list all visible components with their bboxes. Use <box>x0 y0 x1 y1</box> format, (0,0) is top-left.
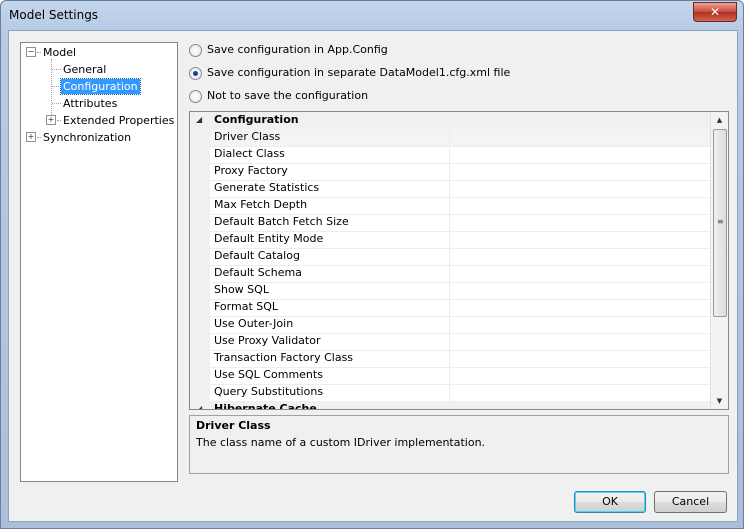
property-row[interactable]: Default Batch Fetch Size <box>210 214 710 232</box>
expand-synchronization-icon[interactable]: + <box>26 132 36 142</box>
property-row[interactable]: Dialect Class <box>210 146 710 164</box>
property-row[interactable]: Show SQL <box>210 282 710 300</box>
radio-app-config[interactable] <box>189 44 202 57</box>
tree-node-model[interactable]: Model <box>43 45 76 60</box>
property-name: Format SQL <box>214 300 279 313</box>
collapse-model-icon[interactable]: − <box>26 47 36 57</box>
grid-gutter <box>190 112 210 409</box>
option-separate-file-label: Save configuration in separate DataModel… <box>207 66 511 79</box>
collapse-arrow-icon[interactable]: ◢ <box>196 115 202 124</box>
category-label: Hibernate Cache <box>214 402 317 410</box>
property-row[interactable]: Default Schema <box>210 265 710 283</box>
property-value-cell[interactable] <box>449 384 711 401</box>
property-value-cell[interactable] <box>449 299 711 316</box>
cancel-button[interactable]: Cancel <box>654 491 727 513</box>
title-bar[interactable]: Model Settings ✕ <box>1 1 743 29</box>
close-button[interactable]: ✕ <box>693 2 737 22</box>
description-title: Driver Class <box>196 419 271 432</box>
property-row[interactable]: Transaction Factory Class <box>210 350 710 368</box>
tree-connector <box>37 52 41 53</box>
property-name: Generate Statistics <box>214 181 320 194</box>
description-text: The class name of a custom IDriver imple… <box>196 436 486 449</box>
property-name: Transaction Factory Class <box>214 351 354 364</box>
property-row[interactable]: Format SQL <box>210 299 710 317</box>
tree-connector <box>52 69 61 70</box>
ok-button[interactable]: OK <box>574 491 646 513</box>
property-row[interactable]: Use SQL Comments <box>210 367 710 385</box>
property-name: Query Substitutions <box>214 385 324 398</box>
model-settings-window: Model Settings ✕ − Model General Configu… <box>0 0 744 529</box>
tree-node-general[interactable]: General <box>63 62 106 77</box>
property-value-cell[interactable] <box>449 265 711 282</box>
property-name: Show SQL <box>214 283 269 296</box>
category-configuration[interactable]: ◢ Configuration <box>190 112 710 129</box>
expand-extended-properties-icon[interactable]: + <box>46 115 56 125</box>
radio-not-save[interactable] <box>189 90 202 103</box>
scroll-up-icon[interactable]: ▲ <box>711 112 728 128</box>
property-name: Max Fetch Depth <box>214 198 308 211</box>
collapse-arrow-icon[interactable]: ◢ <box>196 404 202 409</box>
property-row[interactable]: Default Entity Mode <box>210 231 710 249</box>
property-row[interactable]: Default Catalog <box>210 248 710 266</box>
tree-node-extended-properties[interactable]: Extended Properties <box>63 113 174 128</box>
property-grid[interactable]: ◢ Configuration Driver Class Dialect Clas… <box>189 111 729 410</box>
window-title: Model Settings <box>9 8 99 22</box>
property-name: Default Batch Fetch Size <box>214 215 349 228</box>
property-name: Default Catalog <box>214 249 300 262</box>
property-value-cell[interactable] <box>449 282 711 299</box>
scroll-down-icon[interactable]: ▼ <box>711 393 728 409</box>
tree-connector <box>52 103 61 104</box>
grid-scrollbar[interactable]: ▲ ≡ ▼ <box>710 112 728 409</box>
tree-node-configuration[interactable]: Configuration <box>60 78 141 95</box>
property-name: Use Proxy Validator <box>214 334 321 347</box>
property-value-cell[interactable] <box>449 214 711 231</box>
property-name: Default Schema <box>214 266 302 279</box>
dialog-body: − Model General Configuration Attributes… <box>8 30 738 522</box>
grip-icon: ≡ <box>717 217 724 226</box>
category-hibernate-cache[interactable]: ◢ Hibernate Cache <box>190 401 710 410</box>
property-row[interactable]: Generate Statistics <box>210 180 710 198</box>
property-row[interactable]: Driver Class <box>210 129 710 147</box>
property-value-cell[interactable] <box>449 180 711 197</box>
property-name: Use SQL Comments <box>214 368 323 381</box>
property-row[interactable]: Proxy Factory <box>210 163 710 181</box>
property-name: Proxy Factory <box>214 164 288 177</box>
radio-separate-file[interactable] <box>189 67 202 80</box>
description-panel: Driver Class The class name of a custom … <box>189 415 729 474</box>
tree-connector <box>57 120 61 121</box>
tree-node-attributes[interactable]: Attributes <box>63 96 117 111</box>
property-name: Driver Class <box>214 130 281 143</box>
tree-connector <box>52 86 59 87</box>
property-value-cell[interactable] <box>449 350 711 367</box>
property-value-cell[interactable] <box>449 333 711 350</box>
property-name: Default Entity Mode <box>214 232 324 245</box>
property-name: Dialect Class <box>214 147 285 160</box>
option-app-config-label: Save configuration in App.Config <box>207 43 388 56</box>
tree-node-synchronization[interactable]: Synchronization <box>43 130 131 145</box>
property-value-cell[interactable] <box>449 146 711 163</box>
property-row[interactable]: Use Proxy Validator <box>210 333 710 351</box>
scroll-thumb[interactable]: ≡ <box>713 129 727 317</box>
property-value-cell[interactable] <box>449 316 711 333</box>
property-value-cell[interactable] <box>449 231 711 248</box>
property-value-cell[interactable] <box>449 367 711 384</box>
category-label: Configuration <box>214 113 299 126</box>
tree-connector <box>51 59 52 119</box>
settings-tree[interactable]: − Model General Configuration Attributes… <box>20 42 178 482</box>
option-not-save-label: Not to save the configuration <box>207 89 369 102</box>
property-value-cell[interactable] <box>449 129 711 146</box>
property-row[interactable]: Max Fetch Depth <box>210 197 710 215</box>
property-name: Use Outer-Join <box>214 317 294 330</box>
property-row[interactable]: Query Substitutions <box>210 384 710 402</box>
tree-connector <box>37 137 41 138</box>
property-row[interactable]: Use Outer-Join <box>210 316 710 334</box>
property-value-cell[interactable] <box>449 163 711 180</box>
property-value-cell[interactable] <box>449 197 711 214</box>
property-value-cell[interactable] <box>449 248 711 265</box>
